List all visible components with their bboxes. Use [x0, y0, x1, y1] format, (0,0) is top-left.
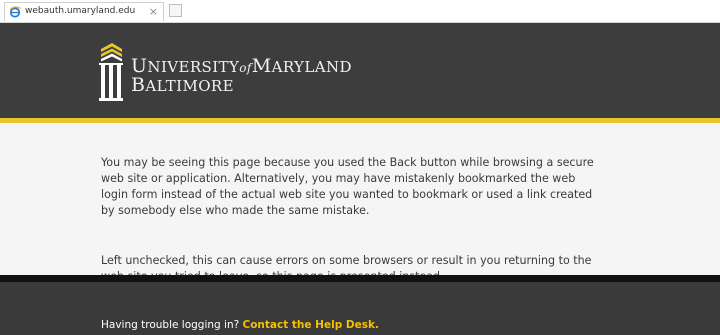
- wordmark-line-1: UNIVERSITYofMARYLAND: [131, 55, 352, 77]
- help-prompt: Having trouble logging in?: [101, 319, 240, 331]
- new-tab-button[interactable]: [169, 4, 182, 17]
- browser-tab[interactable]: webauth.umaryland.edu ×: [4, 2, 164, 21]
- help-text: Having trouble logging in? Contact the H…: [101, 319, 379, 331]
- tab-title: webauth.umaryland.edu: [25, 6, 136, 16]
- wordmark-line-2: BALTIMORE: [131, 74, 234, 96]
- message-area: You may be seeing this page because you …: [0, 123, 720, 283]
- internet-explorer-icon: [9, 6, 21, 18]
- browser-tab-strip: webauth.umaryland.edu ×: [0, 0, 720, 23]
- tab-close-icon[interactable]: ×: [149, 5, 158, 18]
- university-logo-icon: [99, 43, 123, 101]
- contact-help-desk-link[interactable]: Contact the Help Desk.: [243, 319, 379, 331]
- site-footer: Having trouble logging in? Contact the H…: [0, 282, 720, 335]
- message-paragraph-1: You may be seeing this page because you …: [101, 156, 594, 217]
- footer-top-border: [0, 275, 720, 282]
- university-wordmark: UNIVERSITYofMARYLAND BALTIMORE: [131, 55, 352, 96]
